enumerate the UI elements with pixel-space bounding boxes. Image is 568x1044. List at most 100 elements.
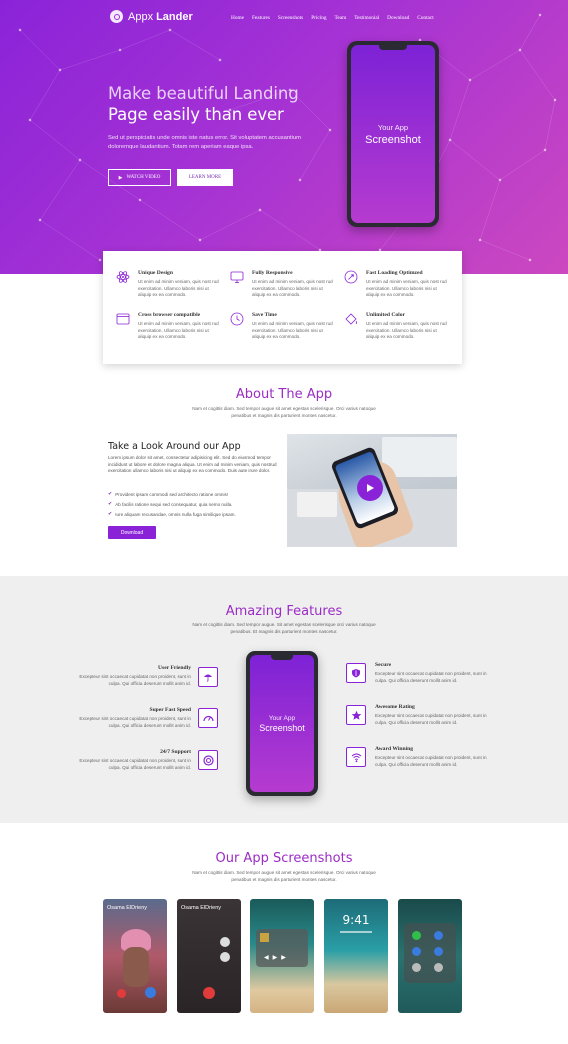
media-controls-icon: ◀▶▶: [264, 955, 290, 961]
screenshot-control-center[interactable]: [398, 899, 462, 1013]
check-icon: ✔: [108, 491, 113, 497]
hero-section: Appx Lander Home Features Screenshots Pr…: [0, 0, 568, 274]
toggle-icon: [412, 947, 421, 956]
nav-team[interactable]: Team: [335, 15, 347, 21]
about-check-item: ✔ Ab facilis ratione sequi sed consequatu…: [108, 501, 232, 507]
about-check-item: ✔ Iure aliquam recusandae, omnis nulla fu…: [108, 511, 236, 517]
feature-text: Ut enim ad minim veniam, quis nost rud e…: [366, 321, 447, 340]
brand-logo[interactable]: Appx Lander: [110, 10, 193, 23]
watch-video-label: WATCH VIDEO: [126, 175, 161, 180]
amazing-feature-text: Excepteur sint occaecat cupidatat non pr…: [79, 674, 191, 686]
nav-download[interactable]: Download: [387, 15, 409, 21]
feature-title: Fully Responsive: [252, 270, 293, 276]
amazing-heading: Amazing Features: [225, 604, 343, 619]
nav-screenshots[interactable]: Screenshots: [278, 15, 303, 21]
end-call-icon: [203, 987, 215, 999]
download-button[interactable]: Download: [108, 526, 156, 539]
play-icon: ▶: [118, 175, 123, 181]
feature-text: Ut enim ad minim veniam, quis nost rud e…: [138, 321, 219, 340]
amazing-feature-text: Excepteur sint occaecat cupidatat non pr…: [375, 755, 487, 767]
check-icon: ✔: [108, 511, 113, 517]
nav-home[interactable]: Home: [231, 15, 244, 21]
amazing-feature-title: Secure: [375, 662, 392, 668]
lock-screen-time: 9:41: [342, 913, 370, 927]
amazing-feature-title: Award Winning: [375, 746, 414, 752]
about-text: Lorem ipsum dolor sit amet, consectetur …: [108, 455, 277, 474]
play-video-icon[interactable]: [357, 475, 383, 501]
feature-text: Ut enim ad minim veniam, quis nost rud e…: [252, 279, 333, 298]
amazing-feature-title: 24/7 Support: [160, 749, 191, 755]
star-icon: [346, 705, 366, 725]
atom-icon: [116, 271, 130, 283]
feature-text: Ut enim ad minim veniam, quis nost rud e…: [252, 321, 333, 340]
amazing-feature-text: Excepteur sint occaecat cupidatat non pr…: [375, 671, 487, 683]
check-text: Provident ipsam commodi sed architecto r…: [115, 491, 229, 497]
watch-video-button[interactable]: ▶ WATCH VIDEO: [108, 169, 171, 186]
phone-screen-line1: Your App: [377, 122, 409, 132]
screenshot-music-player[interactable]: ◀▶▶: [250, 899, 314, 1013]
feature-text: Ut enim ad minim veniam, quis nost rud e…: [366, 279, 447, 298]
check-text: Ab facilis ratione sequi sed consequatur…: [115, 501, 233, 507]
hero-title-line1: Make beautiful Landing: [108, 84, 299, 103]
screenshot-lock-screen[interactable]: 9:41: [324, 899, 388, 1013]
toggle-icon: [412, 931, 421, 940]
hero-title-line2: Page easily than ever: [108, 105, 284, 124]
decline-call-icon: [117, 989, 126, 998]
caller-name: Osama ElDrieny: [107, 905, 148, 911]
about-check-item: ✔ Provident ipsam commodi sed architecto …: [108, 491, 228, 497]
amazing-feature: Award Winning Excepteur sint occaecat cu…: [375, 746, 495, 768]
screenshot-call-active[interactable]: Osama ElDrieny: [177, 899, 241, 1013]
amazing-subtext: Nam et cogittis diam. Sed tempor augue. …: [192, 622, 376, 634]
message-icon: [220, 952, 230, 962]
phone-screen-line2: Screenshot: [259, 722, 305, 733]
rocket-icon: [344, 270, 358, 284]
toggle-icon: [412, 963, 421, 972]
nav-contact[interactable]: Contact: [417, 15, 433, 21]
amazing-feature: Awesome Rating Excepteur sint occaecat c…: [375, 704, 495, 726]
nav-testimonial[interactable]: Testimonial: [354, 15, 379, 21]
feature-title: Fast Loading Optimzed: [366, 270, 423, 276]
amazing-feature: Secure Excepteur sint occaecat cupidatat…: [375, 662, 495, 684]
accept-call-icon: [145, 987, 156, 998]
feature-text: Ut enim ad minim veniam, quis nost rud e…: [138, 279, 219, 298]
hero-phone-mockup: Your App Screenshot: [347, 41, 439, 227]
toggle-icon: [434, 931, 443, 940]
brand-name-light: Appx: [128, 10, 154, 23]
screenshot-incoming-call[interactable]: Osama ElDrieny: [103, 899, 167, 1013]
learn-more-button[interactable]: LEARN MORE: [177, 169, 233, 186]
speaker-icon: [220, 937, 230, 947]
check-text: Iure aliquam recusandae, omnis nulla fug…: [115, 511, 236, 517]
umbrella-icon: [198, 667, 218, 687]
amazing-feature-text: Excepteur sint occaecat cupidatat non pr…: [375, 713, 487, 725]
screenshots-subtext: Nam et cogittis diam. Sed tempor augue s…: [192, 870, 376, 882]
shield-icon: [346, 663, 366, 683]
monitor-icon: [230, 271, 244, 283]
paint-bucket-icon: [345, 313, 357, 325]
amazing-feature-text: Excepteur sint occaecat cupidatat non pr…: [79, 716, 191, 728]
about-title: Take a Look Around our App: [108, 441, 241, 452]
feature-title: Cross browser compatible: [138, 312, 201, 318]
about-heading: About The App: [235, 387, 333, 402]
amazing-feature-title: User Friendly: [158, 665, 191, 671]
speedometer-icon: [198, 708, 218, 728]
phone-screen-line1: Your App: [268, 714, 296, 722]
amazing-feature: User Friendly Excepteur sint occaecat cu…: [71, 665, 191, 687]
lifebuoy-icon: [198, 750, 218, 770]
nav-features[interactable]: Features: [252, 15, 270, 21]
about-photo: [287, 434, 457, 547]
amazing-feature: 24/7 Support Excepteur sint occaecat cup…: [71, 749, 191, 771]
main-nav: Home Features Screenshots Pricing Team T…: [231, 15, 434, 21]
check-icon: ✔: [108, 501, 113, 507]
amazing-feature-title: Awesome Rating: [375, 704, 415, 710]
features-phone-mockup: Your App Screenshot: [246, 651, 318, 796]
toggle-icon: [434, 963, 443, 972]
amazing-feature-text: Excepteur sint occaecat cupidatat non pr…: [79, 758, 191, 770]
nav-pricing[interactable]: Pricing: [311, 15, 326, 21]
features-card: Unique Design Ut enim ad minim veniam, q…: [103, 251, 462, 364]
amazing-feature: Super Fast Speed Excepteur sint occaecat…: [71, 707, 191, 729]
browser-icon: [116, 313, 130, 325]
toggle-icon: [434, 947, 443, 956]
feature-title: Unique Design: [138, 270, 173, 276]
phone-screen-line2: Screenshot: [365, 133, 421, 146]
caller-name: Osama ElDrieny: [181, 905, 222, 911]
